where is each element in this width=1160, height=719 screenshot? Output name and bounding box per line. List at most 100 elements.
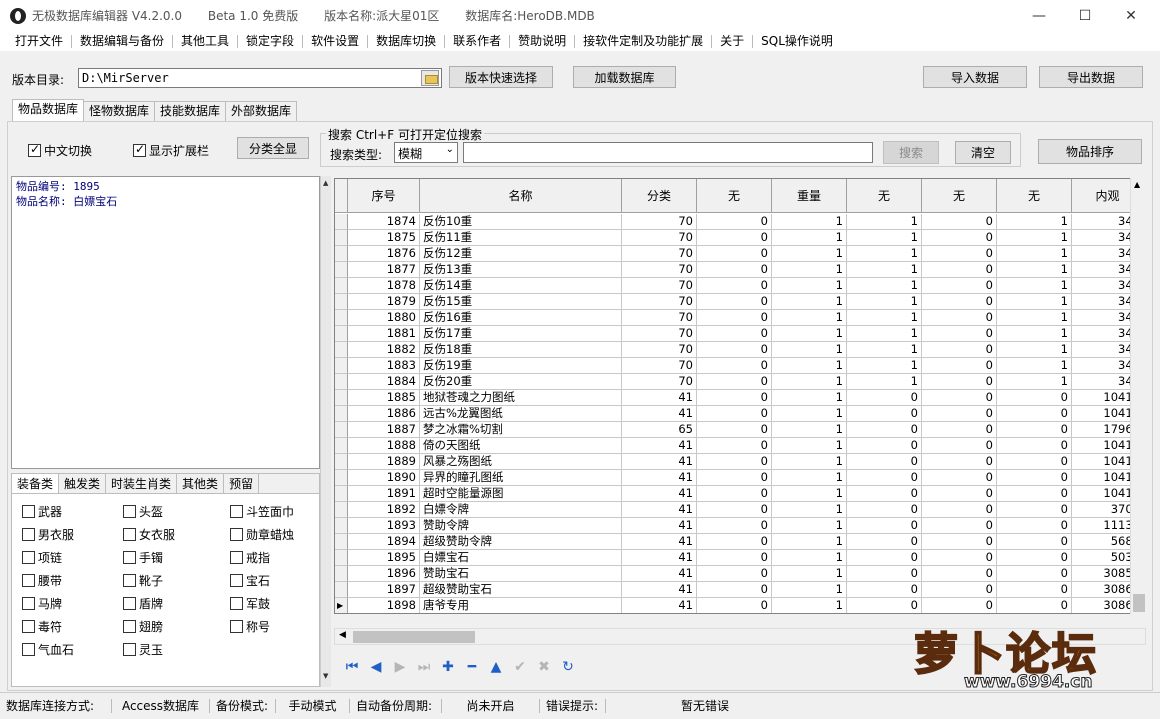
table-cell[interactable]: 41: [622, 566, 697, 582]
table-cell[interactable]: 超时空能量源图: [420, 486, 622, 502]
category-checkbox[interactable]: 项链: [22, 549, 62, 566]
table-cell[interactable]: 0: [847, 550, 922, 566]
table-cell[interactable]: 0: [922, 582, 997, 598]
folder-icon[interactable]: [421, 70, 439, 86]
table-cell[interactable]: 赞助宝石: [420, 566, 622, 582]
row-indicator[interactable]: [335, 310, 348, 326]
menu-item-2[interactable]: 其他工具: [173, 34, 239, 48]
table-cell[interactable]: 1: [847, 246, 922, 262]
menu-item-1[interactable]: 数据编辑与备份: [72, 34, 174, 48]
table-cell[interactable]: 0: [922, 486, 997, 502]
table-cell[interactable]: 0: [697, 502, 772, 518]
row-indicator[interactable]: [335, 246, 348, 262]
column-header[interactable]: 重量: [772, 179, 847, 212]
table-row[interactable]: 1882反伤18重7001101346: [335, 342, 1144, 358]
category-checkbox[interactable]: 斗笠面巾: [230, 503, 294, 520]
arrow-down-icon[interactable]: ▼: [323, 672, 328, 680]
table-cell[interactable]: 1880: [348, 310, 420, 326]
minimize-icon[interactable]: —: [1016, 0, 1062, 31]
tab-skill-db[interactable]: 技能数据库: [154, 101, 227, 121]
table-cell[interactable]: 0: [997, 502, 1072, 518]
row-indicator[interactable]: [335, 470, 348, 486]
table-cell[interactable]: 0: [922, 598, 997, 613]
table-cell[interactable]: 0: [922, 326, 997, 342]
table-cell[interactable]: 70: [622, 246, 697, 262]
table-cell[interactable]: 0: [697, 550, 772, 566]
maximize-icon[interactable]: ☐: [1062, 0, 1108, 31]
table-cell[interactable]: 70: [622, 374, 697, 390]
table-cell[interactable]: 超级赞助令牌: [420, 534, 622, 550]
table-cell[interactable]: 1: [847, 326, 922, 342]
table-cell[interactable]: 1: [997, 358, 1072, 374]
category-checkbox[interactable]: 称号: [230, 618, 270, 635]
category-checkbox[interactable]: 头盔: [123, 503, 163, 520]
table-cell[interactable]: 反伤13重: [420, 262, 622, 278]
table-cell[interactable]: 41: [622, 534, 697, 550]
row-indicator[interactable]: [335, 582, 348, 598]
table-cell[interactable]: 1: [847, 310, 922, 326]
row-indicator[interactable]: [335, 390, 348, 406]
cat-tab-4[interactable]: 预留: [224, 474, 260, 493]
table-cell[interactable]: 0: [697, 534, 772, 550]
import-button[interactable]: 导入数据: [923, 66, 1027, 88]
table-cell[interactable]: 0: [922, 454, 997, 470]
vertical-scrollbar[interactable]: ▲: [1130, 178, 1146, 614]
table-cell[interactable]: 0: [997, 470, 1072, 486]
table-cell[interactable]: 0: [697, 278, 772, 294]
table-cell[interactable]: 70: [622, 278, 697, 294]
cat-tab-0[interactable]: 装备类: [12, 474, 60, 493]
table-cell[interactable]: 1875: [348, 230, 420, 246]
table-cell[interactable]: 反伤17重: [420, 326, 622, 342]
table-cell[interactable]: 1: [847, 230, 922, 246]
table-cell[interactable]: 1: [997, 326, 1072, 342]
row-indicator[interactable]: [335, 262, 348, 278]
refresh-icon[interactable]: ↻: [556, 656, 580, 678]
table-cell[interactable]: 70: [622, 310, 697, 326]
table-cell[interactable]: 1: [772, 358, 847, 374]
column-header[interactable]: 无: [922, 179, 997, 212]
up-icon[interactable]: ▲: [484, 656, 508, 678]
table-row[interactable]: 1885 地狱苍魂之力图纸 41 0 1 0 0 0 10412: [335, 390, 1144, 406]
table-row[interactable]: 1886 远古%龙翼图纸 41 0 1 0 0 0 10412: [335, 406, 1144, 422]
table-cell[interactable]: 1886: [348, 406, 420, 422]
table-cell[interactable]: 1882: [348, 342, 420, 358]
row-indicator[interactable]: [335, 486, 348, 502]
row-indicator[interactable]: ▶: [335, 598, 348, 613]
table-cell[interactable]: 0: [697, 310, 772, 326]
table-cell[interactable]: 41: [622, 486, 697, 502]
table-cell[interactable]: 1881: [348, 326, 420, 342]
table-cell[interactable]: 1: [997, 230, 1072, 246]
table-cell[interactable]: 1877: [348, 262, 420, 278]
menu-item-5[interactable]: 数据库切换: [368, 34, 446, 48]
table-cell[interactable]: 0: [697, 566, 772, 582]
row-indicator[interactable]: [335, 566, 348, 582]
table-cell[interactable]: 反伤11重: [420, 230, 622, 246]
table-cell[interactable]: 0: [922, 502, 997, 518]
table-row[interactable]: 1884反伤20重7001101346: [335, 374, 1144, 390]
table-cell[interactable]: 41: [622, 406, 697, 422]
table-cell[interactable]: 1: [772, 230, 847, 246]
table-cell[interactable]: 0: [697, 358, 772, 374]
table-cell[interactable]: 1898: [348, 598, 420, 613]
table-cell[interactable]: 0: [697, 454, 772, 470]
table-cell[interactable]: 1874: [348, 214, 420, 230]
splitter-bar[interactable]: ▲ ▼: [320, 176, 331, 687]
table-cell[interactable]: 0: [922, 374, 997, 390]
table-cell[interactable]: 0: [697, 470, 772, 486]
table-row[interactable]: 1894 超级赞助令牌 41 0 1 0 0 0 5687: [335, 534, 1144, 550]
column-header[interactable]: 无: [847, 179, 922, 212]
row-indicator[interactable]: [335, 358, 348, 374]
search-button[interactable]: 搜索: [883, 141, 939, 164]
table-cell[interactable]: 1895: [348, 550, 420, 566]
table-cell[interactable]: 反伤14重: [420, 278, 622, 294]
table-cell[interactable]: 1: [772, 246, 847, 262]
table-cell[interactable]: 41: [622, 582, 697, 598]
show-ext-checkbox[interactable]: 显示扩展栏: [133, 142, 209, 159]
scroll-thumb[interactable]: [1133, 594, 1145, 612]
table-cell[interactable]: 反伤15重: [420, 294, 622, 310]
category-checkbox[interactable]: 勋章蜡烛: [230, 526, 294, 543]
table-cell[interactable]: 梦之冰霜%切割: [420, 422, 622, 438]
arrow-up-icon[interactable]: ▲: [323, 179, 328, 187]
table-cell[interactable]: 0: [997, 598, 1072, 613]
table-cell[interactable]: 1: [772, 598, 847, 613]
